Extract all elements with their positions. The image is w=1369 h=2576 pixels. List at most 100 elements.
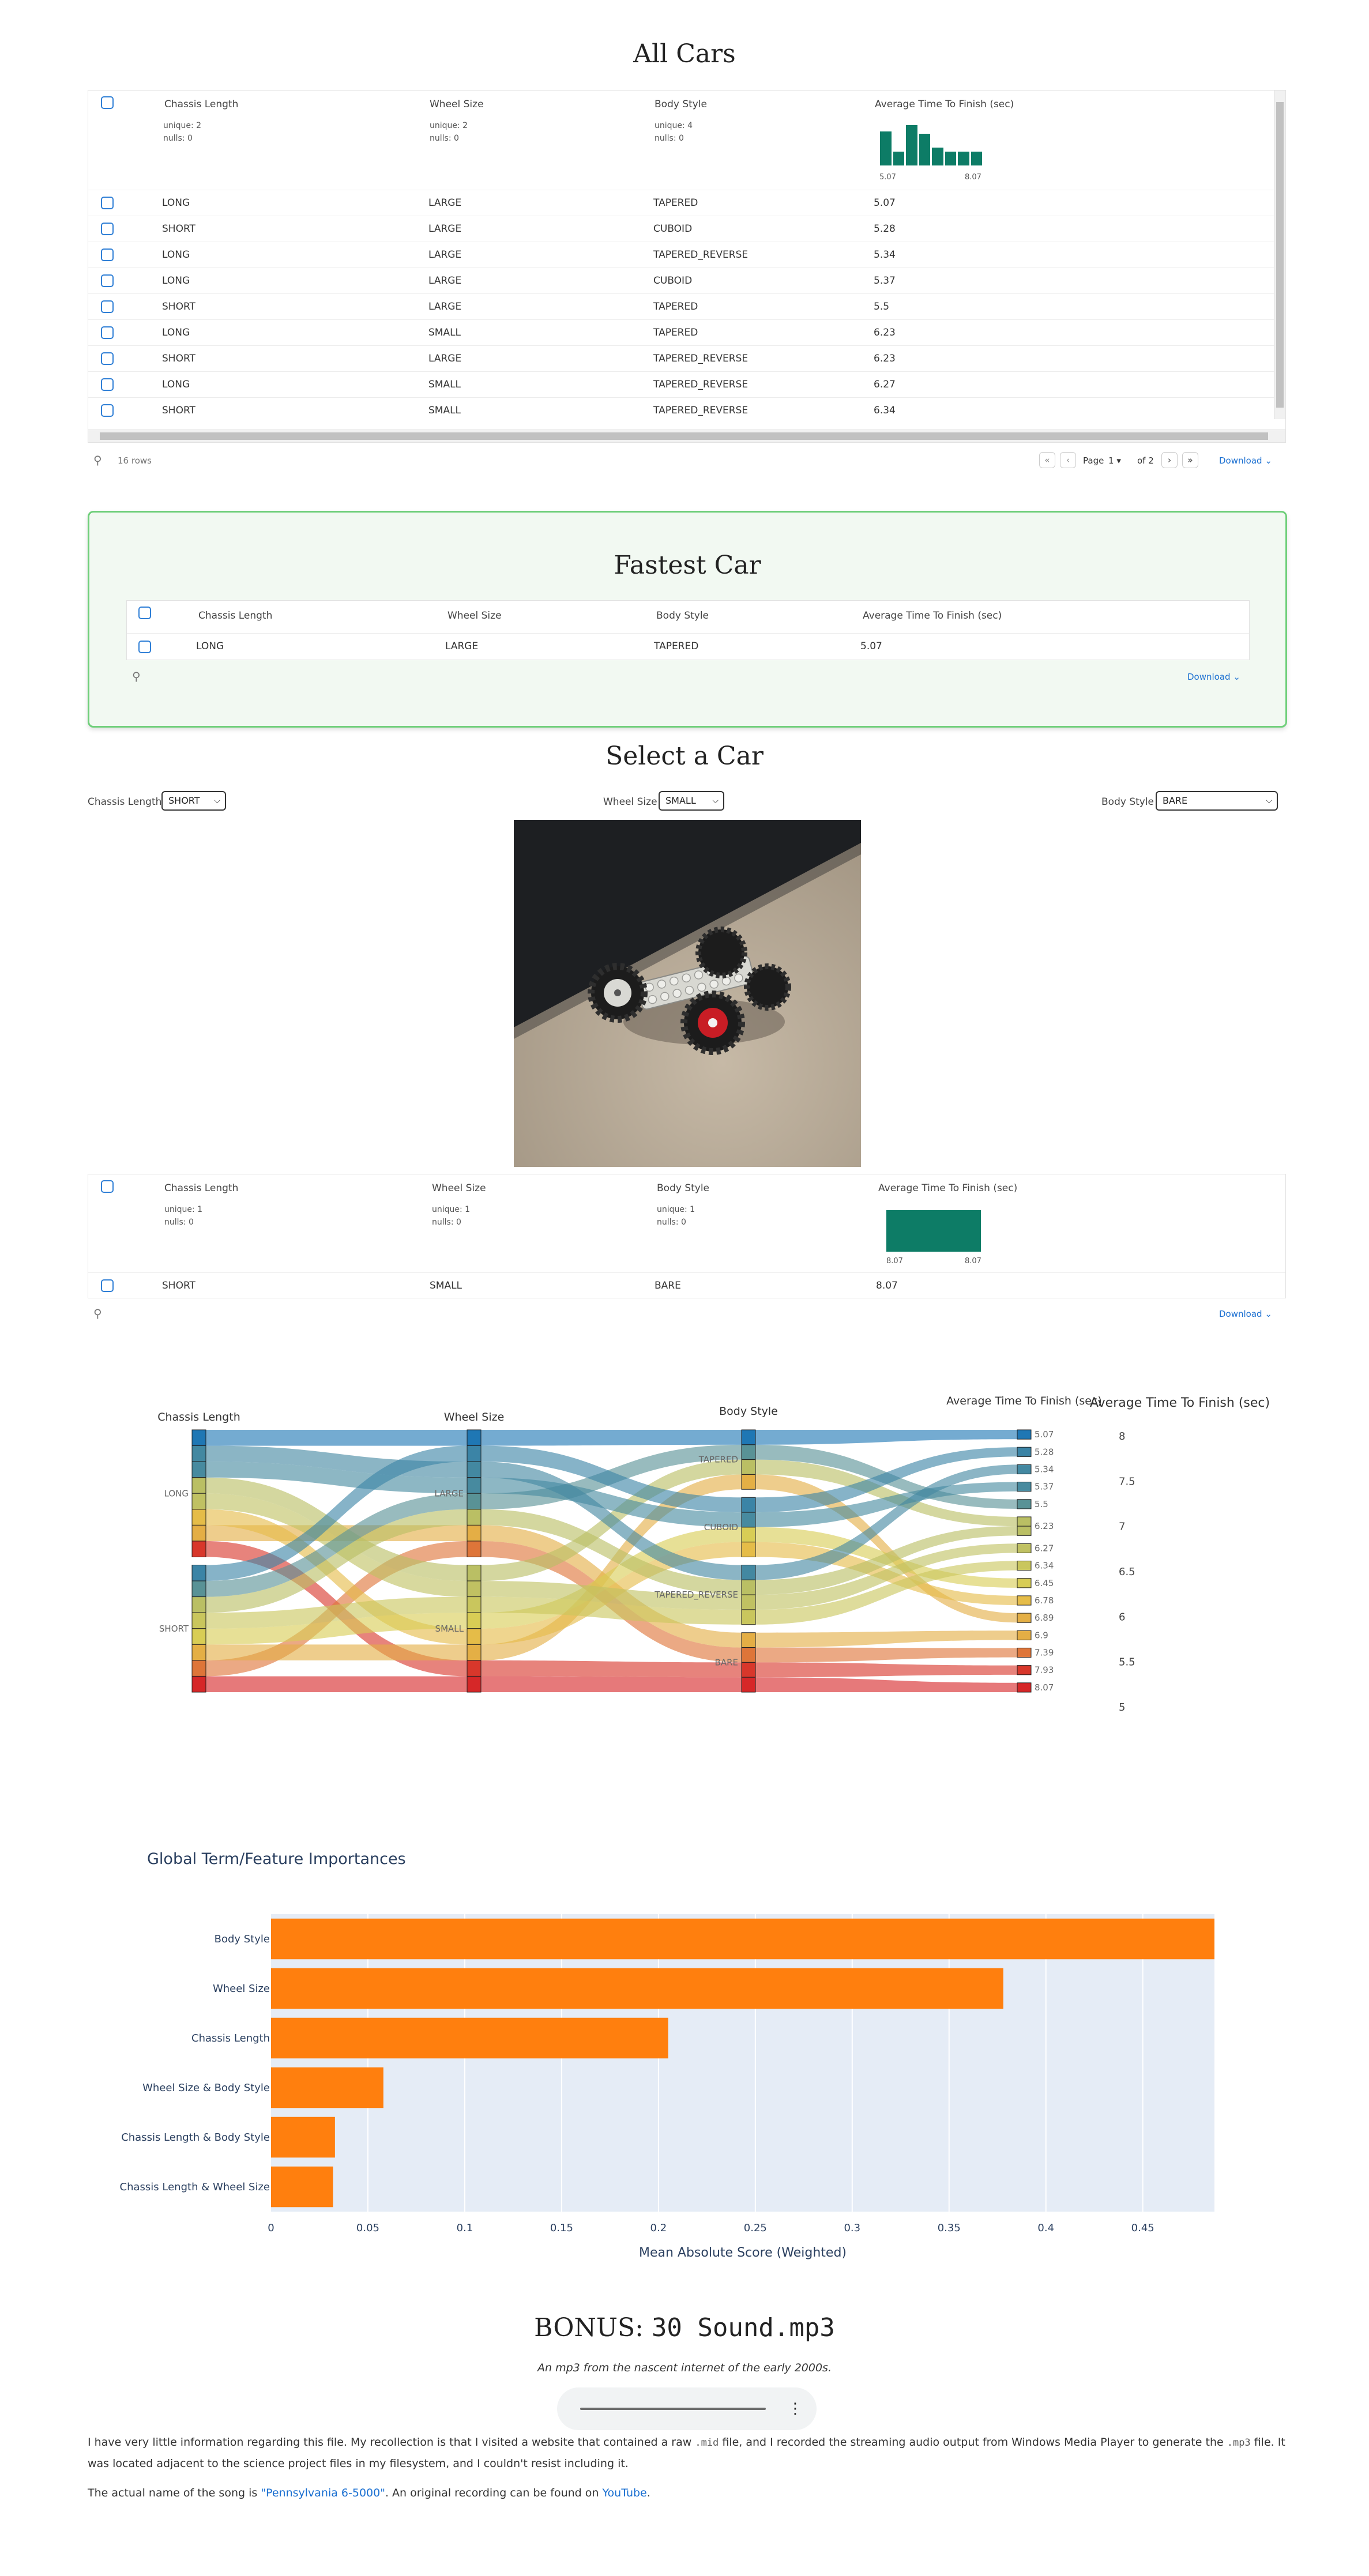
table-row[interactable]: SHORT LARGE CUBOID 5.28 [88, 216, 1274, 242]
histogram-bar[interactable] [932, 147, 943, 165]
next-page-button[interactable]: › [1161, 452, 1178, 468]
song-link[interactable]: "Pennsylvania 6-5000" [261, 2487, 385, 2499]
table-row[interactable]: LONG LARGE TAPERED 5.07 [127, 633, 1249, 660]
category-block[interactable] [467, 1477, 482, 1494]
column-header-body[interactable]: Body Style [655, 99, 707, 110]
scroll-thumb[interactable] [100, 432, 1268, 440]
category-block[interactable] [191, 1644, 206, 1661]
time-histogram[interactable] [879, 125, 983, 165]
category-block[interactable] [467, 1509, 482, 1526]
category-block[interactable] [191, 1509, 206, 1526]
wheel-size-select[interactable]: SMALL ⌵ [659, 791, 724, 811]
body-style-select[interactable]: BARE ⌵ [1156, 791, 1278, 811]
category-block[interactable] [741, 1632, 756, 1648]
category-block[interactable] [467, 1445, 482, 1462]
column-header-body[interactable]: Body Style [656, 610, 709, 622]
category-block[interactable] [467, 1524, 482, 1542]
ribbon[interactable] [755, 1662, 1017, 1678]
select-all-checkbox[interactable] [138, 607, 151, 619]
row-checkbox[interactable] [101, 352, 114, 365]
category-block[interactable] [467, 1675, 482, 1693]
category-block[interactable] [1017, 1543, 1032, 1553]
category-block[interactable] [467, 1461, 482, 1478]
category-block[interactable] [191, 1580, 206, 1598]
bar[interactable] [271, 2116, 335, 2158]
category-block[interactable] [741, 1609, 756, 1625]
category-block[interactable] [1017, 1613, 1032, 1623]
more-options-icon[interactable]: ⋮ [788, 2398, 803, 2420]
category-block[interactable] [741, 1565, 756, 1580]
category-block[interactable] [191, 1493, 206, 1510]
histogram-bar[interactable] [906, 125, 917, 165]
category-block[interactable] [191, 1477, 206, 1494]
category-block[interactable] [741, 1444, 756, 1460]
histogram-bar[interactable] [886, 1210, 981, 1252]
category-block[interactable] [191, 1429, 206, 1447]
ribbon[interactable] [755, 1647, 1017, 1663]
bar[interactable] [271, 2166, 333, 2208]
category-block[interactable] [1017, 1595, 1032, 1606]
category-block[interactable] [191, 1628, 206, 1645]
row-checkbox[interactable] [101, 404, 114, 417]
chassis-length-select[interactable]: SHORT ⌵ [161, 791, 226, 811]
category-block[interactable] [191, 1541, 206, 1557]
category-block[interactable] [741, 1459, 756, 1475]
feature-importance-chart[interactable]: Global Term/Feature Importances 0 0.05 0.1 0… [0, 1833, 1369, 2272]
table-row[interactable]: SHORT SMALL BARE 8.07 [88, 1272, 1285, 1298]
bar[interactable] [271, 1918, 1214, 1960]
category-block[interactable] [191, 1675, 206, 1693]
category-block[interactable] [1017, 1647, 1032, 1658]
category-block[interactable] [741, 1594, 756, 1610]
category-block[interactable] [741, 1474, 756, 1490]
table-row[interactable]: LONG LARGE TAPERED 5.07 [88, 190, 1274, 216]
row-checkbox[interactable] [101, 326, 114, 339]
category-block[interactable] [741, 1527, 756, 1543]
column-header-time[interactable]: Average Time To Finish (sec) [863, 610, 1002, 622]
category-block[interactable] [191, 1612, 206, 1629]
prev-page-button[interactable]: ‹ [1060, 452, 1076, 468]
histogram-bar[interactable] [880, 131, 892, 165]
select-all-checkbox[interactable] [101, 1180, 114, 1193]
category-block[interactable] [1017, 1429, 1032, 1440]
histogram-bar[interactable] [958, 151, 969, 165]
category-block[interactable] [1017, 1464, 1032, 1475]
category-block[interactable] [1017, 1561, 1032, 1571]
parallel-categories-chart[interactable]: LONG SHORT Chassis Length LARGE SMALL Wheel S… [0, 1361, 1369, 1753]
progress-track[interactable] [580, 2408, 766, 2410]
category-block[interactable] [741, 1429, 756, 1445]
bar[interactable] [271, 2067, 383, 2108]
row-checkbox[interactable] [101, 274, 114, 287]
ribbon[interactable] [206, 1644, 467, 1660]
category-block[interactable] [467, 1612, 482, 1629]
category-block[interactable] [191, 1565, 206, 1581]
category-block[interactable] [741, 1662, 756, 1678]
category-block[interactable] [191, 1660, 206, 1677]
category-block[interactable] [467, 1541, 482, 1557]
row-checkbox[interactable] [101, 300, 114, 313]
ribbon[interactable] [755, 1630, 1017, 1648]
column-header-chassis[interactable]: Chassis Length [198, 610, 272, 622]
ribbon[interactable] [755, 1677, 1017, 1692]
search-icon[interactable]: ⚲ [93, 453, 102, 467]
horizontal-scrollbar[interactable] [88, 430, 1285, 442]
bar[interactable] [271, 1968, 1003, 2009]
bar[interactable] [271, 2017, 668, 2059]
column-header-time[interactable]: Average Time To Finish (sec) [878, 1182, 1017, 1194]
category-block[interactable] [1017, 1630, 1032, 1640]
first-page-button[interactable]: « [1039, 452, 1055, 468]
vertical-scrollbar[interactable] [1274, 91, 1285, 419]
histogram-bar[interactable] [971, 151, 982, 165]
audio-player[interactable]: ⋮ [557, 2387, 817, 2430]
row-checkbox[interactable] [101, 223, 114, 235]
category-block[interactable] [1017, 1526, 1032, 1536]
category-block[interactable] [1017, 1578, 1032, 1588]
row-checkbox[interactable] [101, 248, 114, 261]
table-row[interactable]: SHORT LARGE TAPERED_REVERSE 6.23 [88, 345, 1274, 371]
table-row[interactable]: LONG LARGE CUBOID 5.37 [88, 268, 1274, 293]
category-block[interactable] [191, 1445, 206, 1462]
download-button[interactable]: Download ⌄ [1187, 672, 1240, 682]
category-block[interactable] [741, 1512, 756, 1528]
category-block[interactable] [191, 1596, 206, 1613]
search-icon[interactable]: ⚲ [93, 1306, 102, 1320]
category-block[interactable] [191, 1461, 206, 1478]
